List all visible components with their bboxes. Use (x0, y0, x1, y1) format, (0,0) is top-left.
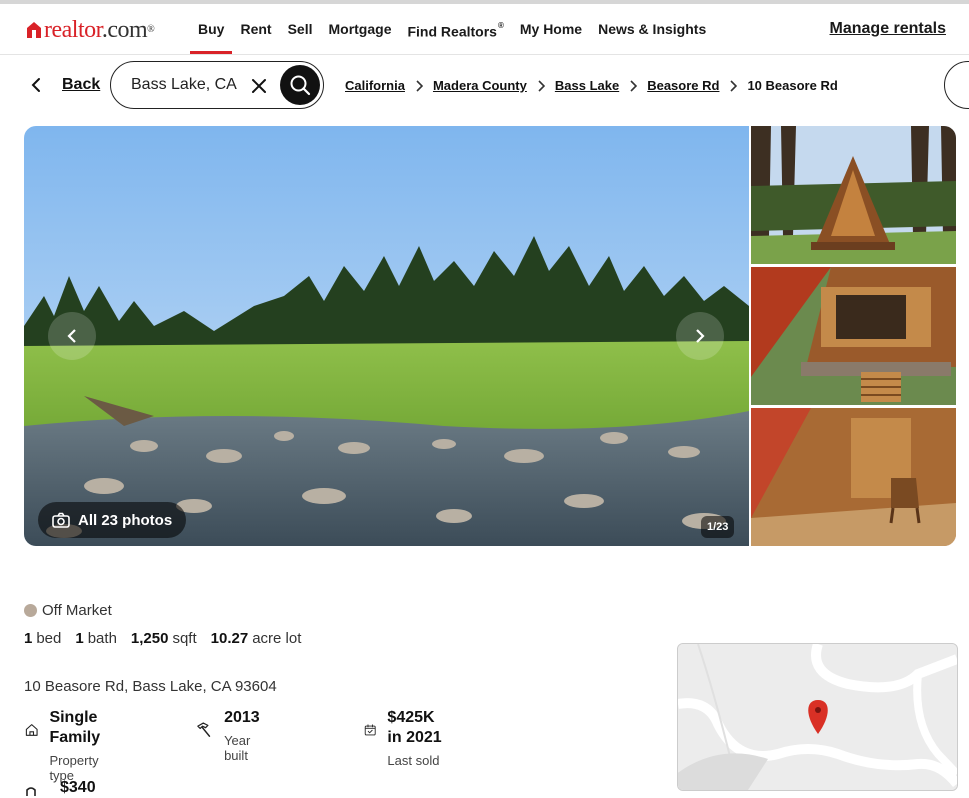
next-photo-button[interactable] (676, 312, 724, 360)
all-photos-button[interactable]: All 23 photos (38, 502, 187, 538)
fact-property-type: Single Family Property type (24, 708, 111, 783)
property-type-value: Single Family (49, 709, 101, 746)
realtor-logo[interactable]: realtor.com® (26, 17, 155, 43)
back-button[interactable]: Back (30, 76, 100, 94)
location-search[interactable]: Bass Lake, CA (110, 61, 324, 109)
breadcrumb-bass-lake[interactable]: Bass Lake (555, 78, 619, 93)
fact-last-sold: $425K in 2021 Last sold (363, 708, 446, 768)
nav-find-realtors-label: Find Realtors (407, 23, 497, 40)
fact-year-built: 2013 Year built (194, 708, 266, 763)
photo-gallery: All 23 photos 1/23 (24, 126, 956, 546)
sqft-value: 1,250 (130, 630, 169, 647)
back-label: Back (62, 76, 101, 93)
status-label: Off Market (42, 602, 112, 619)
nav-news-insights[interactable]: News & Insights (598, 4, 706, 54)
search-input[interactable]: Bass Lake, CA (131, 76, 241, 94)
status-dot (24, 604, 37, 617)
location-map[interactable] (677, 643, 958, 791)
listing-status: Off Market (24, 602, 112, 619)
main-nav: Buy Rent Sell Mortgage Find Realtors® My… (189, 4, 722, 54)
thumbnail-a-frame-deck[interactable] (751, 267, 956, 405)
lot-unit: acre lot (252, 630, 302, 647)
nav-sell[interactable]: Sell (288, 4, 313, 54)
calendar-check-icon (364, 724, 376, 736)
search-subbar: Back Bass Lake, CA California Madera Cou… (0, 61, 969, 111)
baths-value: 1 (75, 630, 84, 647)
camera-icon (52, 512, 70, 528)
year-built-value: 2013 (224, 709, 260, 726)
previous-photo-button[interactable] (48, 312, 96, 360)
chevron-right-icon (629, 79, 638, 92)
search-icon (290, 75, 311, 96)
thumbnail-a-frame-exterior[interactable] (751, 126, 956, 264)
property-address: 10 Beasore Rd, Bass Lake, CA 93604 (24, 678, 277, 695)
house-icon (25, 724, 38, 736)
chevron-right-icon (729, 79, 738, 92)
beds-stat: 1 bed (24, 630, 61, 647)
breadcrumb-california[interactable]: California (345, 78, 405, 93)
chevron-right-icon (415, 79, 423, 92)
nav-buy[interactable]: Buy (189, 4, 234, 54)
chevron-right-icon (696, 329, 705, 343)
nav-my-home[interactable]: My Home (520, 4, 582, 54)
photo-counter: 1/23 (701, 516, 735, 538)
last-sold-label: Last sold (387, 753, 440, 768)
thumbnail-deck-chair[interactable] (751, 408, 956, 546)
house-logo-icon (27, 22, 41, 38)
main-photo-meadow-creek[interactable] (24, 126, 749, 546)
breadcrumb-current: 10 Beasore Rd (747, 78, 838, 93)
sqft-stat: 1,250 sqft (131, 630, 197, 647)
site-header: realtor.com® Buy Rent Sell Mortgage Find… (0, 4, 969, 55)
lot-value: 10.27 (210, 630, 249, 647)
baths-stat: 1 bath (75, 630, 117, 647)
nav-mortgage[interactable]: Mortgage (328, 4, 391, 54)
chevron-left-icon (31, 78, 40, 92)
last-sold-value: $425K in 2021 (387, 709, 442, 746)
nav-rent[interactable]: Rent (240, 4, 271, 54)
chevron-left-icon (67, 329, 76, 343)
manage-rentals-link[interactable]: Manage rentals (830, 20, 946, 38)
nav-find-realtors[interactable]: Find Realtors® (407, 4, 503, 54)
logo-wordmark: realtor.com® (44, 17, 155, 43)
breadcrumb-beasore-rd[interactable]: Beasore Rd (647, 78, 719, 93)
baths-unit: bath (87, 630, 117, 647)
fee-icon (26, 787, 36, 796)
save-share-pill[interactable] (944, 61, 969, 109)
clear-search-button[interactable] (250, 77, 268, 100)
property-stats: 1 bed 1 bath 1,250 sqft 10.27 acre lot (24, 630, 315, 647)
breadcrumb: California Madera County Bass Lake Beaso… (345, 78, 838, 93)
registered-mark: ® (497, 21, 504, 30)
year-built-label: Year built (224, 733, 251, 763)
beds-value: 1 (24, 630, 33, 647)
sqft-unit: sqft (172, 630, 197, 647)
hammer-icon (197, 722, 211, 737)
close-icon (252, 79, 266, 93)
search-button[interactable] (280, 65, 320, 105)
all-photos-label: All 23 photos (78, 511, 173, 529)
beds-unit: bed (36, 630, 62, 647)
fact-hoa: $340 (24, 778, 96, 798)
breadcrumb-madera-county[interactable]: Madera County (433, 78, 527, 93)
lot-stat: 10.27 acre lot (211, 630, 302, 647)
chevron-right-icon (537, 79, 545, 92)
hoa-value: $340 (60, 779, 96, 796)
